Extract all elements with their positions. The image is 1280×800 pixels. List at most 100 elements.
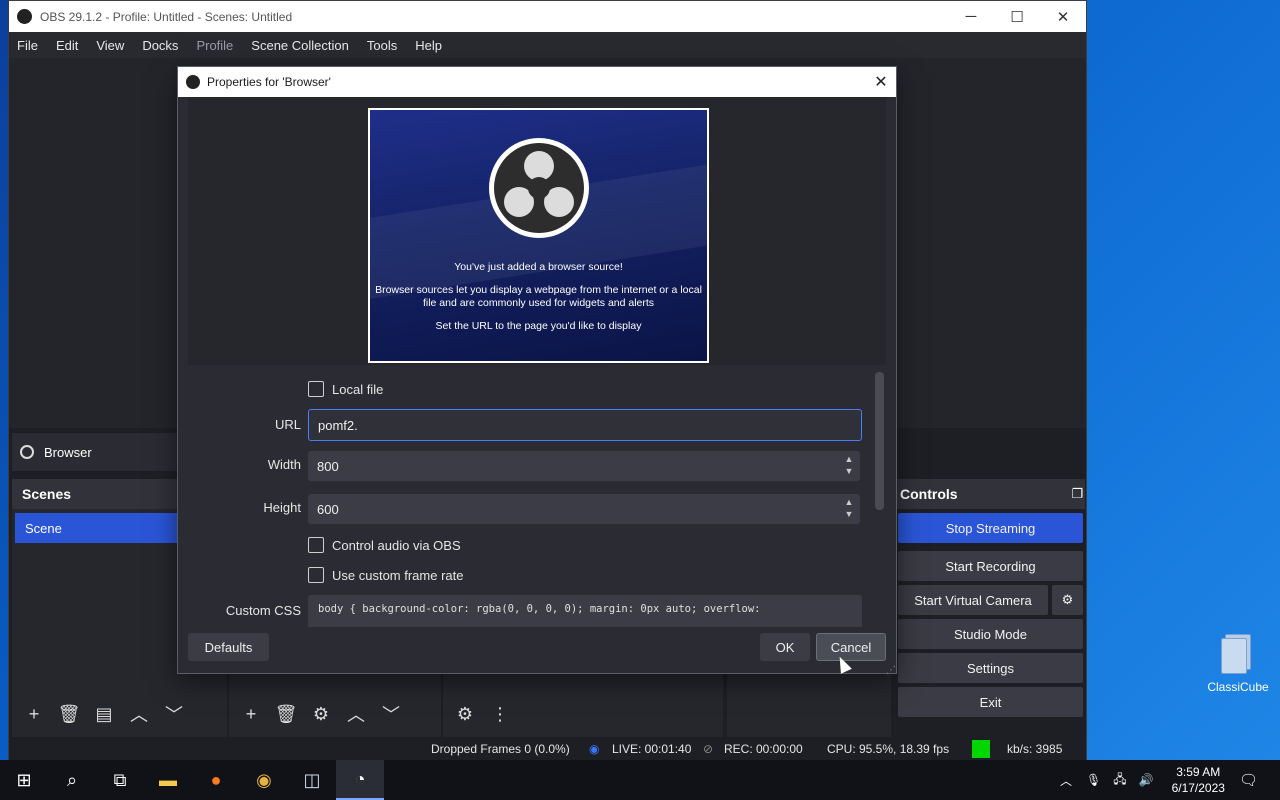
dialog-close-button[interactable]: ✕ [866,72,896,92]
folder-icon [1221,632,1255,674]
menu-bar: File Edit View Docks Profile Scene Colle… [9,32,1086,58]
filter-icon[interactable]: ▤ [90,700,118,728]
stop-streaming-button[interactable]: Stop Streaming [898,513,1083,543]
menu-tools[interactable]: Tools [367,38,397,53]
preview-instruction: Set the URL to the page you'd like to di… [435,320,642,332]
clock-date: 6/17/2023 [1171,781,1225,795]
start-recording-button[interactable]: Start Recording [898,551,1083,581]
scenes-toolbar: + 🗑 ▤ ︿ ﹀ [12,691,227,737]
rec-icon: ⊘ [703,741,714,756]
desktop-icon-classicube[interactable]: ClassiCube [1200,632,1276,694]
windows-start-icon[interactable]: ⊞ [0,760,48,800]
obs-logo-icon [489,138,589,238]
add-scene-button[interactable]: + [20,700,48,728]
custom-css-label: Custom CSS [225,603,301,618]
window-title: OBS 29.1.2 - Profile: Untitled - Scenes:… [40,9,293,24]
close-button[interactable]: ✕ [1040,1,1086,32]
resize-grip-icon[interactable]: ⋰ [886,665,896,676]
chevron-up-icon[interactable]: ︿ [1060,772,1072,789]
trash-icon[interactable]: 🗑 [55,700,83,728]
width-spinbox[interactable]: 800 ▲ ▼ [308,451,860,481]
notification-icon[interactable]: 🗨 [1239,771,1258,789]
gear-icon[interactable]: ⚙ [307,700,335,728]
microphone-icon[interactable]: 🎙 [1086,773,1101,787]
menu-scene-collection[interactable]: Scene Collection [251,38,349,53]
width-label: Width [267,457,301,472]
gear-icon[interactable]: ⚙ [1052,585,1083,615]
custom-frame-rate-label: Use custom frame rate [332,567,464,583]
move-down-button[interactable]: ﹀ [160,700,188,728]
form-scrollbar[interactable] [875,372,884,510]
dock-float-icon[interactable]: ❐ [1071,486,1083,502]
volume-icon[interactable]: 🔊 [1139,773,1154,787]
preview-description-1: Browser sources let you display a webpag… [375,284,702,296]
status-bar: Dropped Frames 0 (0.0%) ◉ LIVE: 00:01:40… [9,737,1086,760]
clock[interactable]: 3:59 AM 6/17/2023 [1172,764,1225,796]
package-icon[interactable]: ◫ [288,760,336,800]
custom-css-value: body { background-color: rgba(0, 0, 0, 0… [318,603,761,615]
advanced-audio-gear-icon[interactable]: ⚙ [451,700,479,728]
checkbox-box[interactable] [308,381,324,397]
obs-taskbar-icon[interactable]: ◔ [336,760,384,800]
taskbar: ⊞ ⌕ ⧉ ▬ ● ◉ ◫ ◔ ︿ 🎙 🖧 🔊 3:59 AM 6/17/202… [0,760,1280,800]
bitrate: kb/s: 3985 [1007,741,1063,756]
height-value: 600 [317,501,339,517]
url-input[interactable]: pomf2. [308,409,862,441]
move-down-button[interactable]: ﹀ [377,700,405,728]
dialog-title-bar: Properties for 'Browser' ✕ [178,67,896,97]
height-label: Height [263,500,301,515]
start-virtual-camera-button[interactable]: Start Virtual Camera [898,585,1048,615]
file-explorer-icon[interactable]: ▬ [144,760,192,800]
exit-button[interactable]: Exit [898,687,1083,717]
controls-dock: Controls ❐ Stop Streaming Start Recordin… [895,479,1085,739]
move-up-button[interactable]: ︿ [342,700,370,728]
live-time: LIVE: 00:01:40 [612,741,692,756]
maximize-button[interactable]: ☐ [994,1,1040,32]
trash-icon[interactable]: 🗑 [272,700,300,728]
ok-button[interactable]: OK [760,633,810,661]
checkbox-box[interactable] [308,567,324,583]
virtual-camera-row: Start Virtual Camera ⚙ [898,585,1083,615]
cancel-button[interactable]: Cancel [816,633,886,661]
minimize-button[interactable]: ─ [948,1,994,32]
spin-arrows-icon[interactable]: ▲ ▼ [842,453,856,477]
menu-profile[interactable]: Profile [196,38,233,53]
studio-mode-button[interactable]: Studio Mode [898,619,1083,649]
properties-form: Local file URL pomf2. Width 800 ▲ ▼ Heigh… [188,367,882,627]
local-file-checkbox[interactable]: Local file [308,381,383,397]
chrome-icon[interactable]: ◉ [240,760,288,800]
current-source-name: Browser [44,444,92,460]
menu-file[interactable]: File [17,38,38,53]
obs-logo-icon [186,75,200,89]
system-tray: ︿ 🎙 🖧 🔊 3:59 AM 6/17/2023 🗨 [1060,760,1280,800]
obs-logo-icon [17,9,32,24]
firefox-icon[interactable]: ● [192,760,240,800]
spin-arrows-icon[interactable]: ▲ ▼ [842,496,856,520]
move-up-button[interactable]: ︿ [125,700,153,728]
custom-css-textarea[interactable]: body { background-color: rgba(0, 0, 0, 0… [308,595,862,627]
menu-help[interactable]: Help [415,38,442,53]
network-icon[interactable]: 🖧 [1113,770,1126,791]
desktop-icon-label: ClassiCube [1207,680,1269,694]
control-audio-checkbox[interactable]: Control audio via OBS [308,537,461,553]
defaults-button[interactable]: Defaults [188,633,269,661]
height-spinbox[interactable]: 600 ▲ ▼ [308,494,860,524]
custom-frame-rate-checkbox[interactable]: Use custom frame rate [308,567,464,583]
add-source-button[interactable]: + [237,700,265,728]
menu-docks[interactable]: Docks [142,38,178,53]
search-icon[interactable]: ⌕ [48,760,96,800]
task-view-icon[interactable]: ⧉ [96,760,144,800]
menu-edit[interactable]: Edit [56,38,78,53]
controls-header: Controls ❐ [895,479,1085,509]
settings-button[interactable]: Settings [898,653,1083,683]
properties-dialog: Properties for 'Browser' ✕ You've just a… [177,66,897,676]
control-audio-label: Control audio via OBS [332,537,461,553]
dialog-title: Properties for 'Browser' [207,75,331,89]
more-options-icon[interactable]: ⋮ [486,700,514,728]
checkbox-box[interactable] [308,537,324,553]
menu-view[interactable]: View [96,38,124,53]
controls-title: Controls [900,486,958,502]
width-value: 800 [317,458,339,474]
url-value: pomf2. [318,417,358,433]
preview-description-2: file and are commonly used for widgets a… [422,297,655,309]
